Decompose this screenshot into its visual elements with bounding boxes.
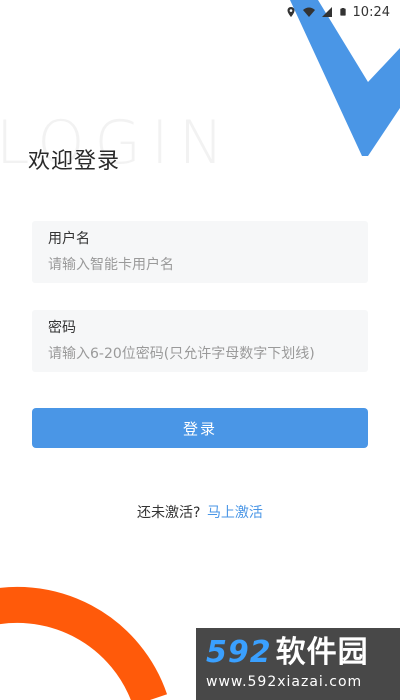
username-field: 用户名 [32,221,368,283]
blue-chevron-decoration [290,0,400,156]
site-watermark-url: www.592xiazai.com [206,674,363,690]
site-watermark-name: 软件园 [275,635,369,670]
site-watermark-brand: 592 软件园 [206,636,394,670]
site-watermark-number: 592 [206,635,272,670]
battery-icon [339,8,346,16]
wifi-icon [302,7,315,17]
activate-row: 还未激活? 马上激活 [0,502,400,522]
status-time: 10:24 [352,4,390,20]
password-field: 密码 [32,310,368,372]
username-input[interactable] [48,255,352,275]
activate-link[interactable]: 马上激活 [207,505,263,521]
login-button[interactable]: 登录 [32,408,368,448]
password-input[interactable] [48,344,352,364]
password-label: 密码 [48,320,76,336]
location-icon [287,7,295,17]
activate-prompt: 还未激活? [137,505,201,521]
page-title: 欢迎登录 [28,149,121,174]
status-bar: 10:24 [0,0,400,24]
site-watermark: 592 软件园 www.592xiazai.com [196,628,400,700]
username-label: 用户名 [48,231,90,247]
orange-arc-decoration [0,586,168,700]
signal-icon [321,7,332,17]
